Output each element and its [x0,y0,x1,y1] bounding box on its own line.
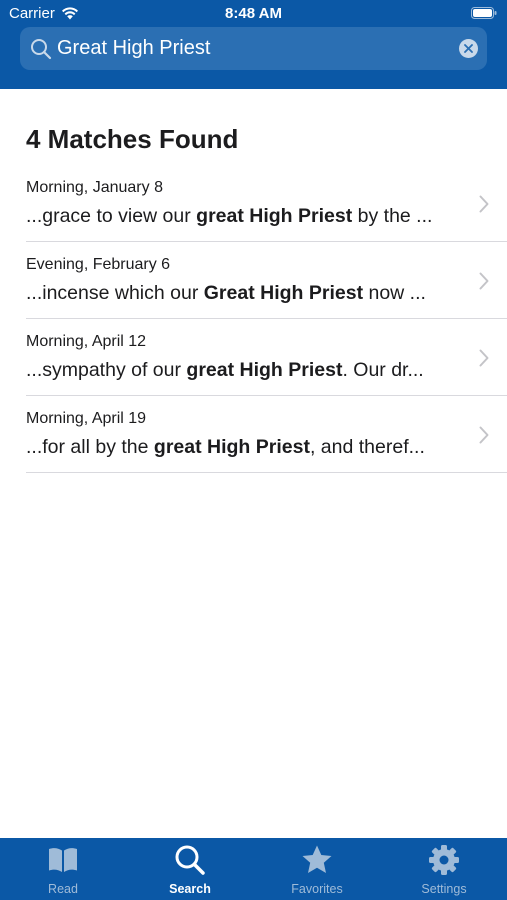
result-row[interactable]: Morning, April 19 ...for all by the grea… [26,396,507,473]
gear-icon [429,845,459,875]
snippet-prefix: ...sympathy of our [26,359,187,381]
clear-search-button[interactable] [459,39,478,58]
book-icon [49,848,77,872]
snippet-match: great High Priest [196,205,353,227]
star-icon [302,845,332,873]
result-row[interactable]: Morning, April 12 ...sympathy of our gre… [26,319,507,396]
tab-settings[interactable]: Settings [381,838,507,900]
search-icon [31,39,52,60]
status-time: 8:48 AM [225,5,282,22]
tab-search[interactable]: Search [127,838,253,900]
result-snippet: ...sympathy of our great High Priest. Ou… [26,359,466,382]
snippet-prefix: ...incense which our [26,282,204,304]
snippet-prefix: ...grace to view our [26,205,197,227]
tab-label: Settings [421,882,467,896]
result-snippet: ...grace to view our great High Priest b… [26,205,466,228]
result-date: Evening, February 6 [26,256,171,273]
snippet-suffix: , and theref... [309,436,425,458]
tab-label: Read [48,882,78,896]
snippet-prefix: ...for all by the [26,436,154,458]
snippet-suffix: . Our dr... [342,359,424,381]
results-list: Morning, January 8 ...grace to view our … [0,165,507,473]
result-date: Morning, January 8 [26,179,163,196]
result-date: Morning, April 12 [26,333,147,350]
snippet-suffix: by the ... [352,205,433,227]
result-row[interactable]: Morning, January 8 ...grace to view our … [26,165,507,242]
result-row[interactable]: Evening, February 6 ...incense which our… [26,242,507,319]
snippet-suffix: now ... [363,282,426,304]
tab-read[interactable]: Read [0,838,126,900]
result-date: Morning, April 19 [26,410,147,427]
status-bar: Carrier 8:48 AM [0,0,507,26]
tab-bar: Read Search Favorites Settings [0,838,507,900]
chevron-right-icon [479,426,489,444]
result-snippet: ...incense which our Great High Priest n… [26,282,466,305]
snippet-match: great High Priest [186,359,343,381]
snippet-match: great High Priest [153,436,310,458]
result-snippet: ...for all by the great High Priest, and… [26,436,466,459]
search-bar[interactable] [20,27,487,70]
snippet-match: Great High Priest [203,282,364,304]
battery-icon [471,7,497,19]
chevron-right-icon [479,195,489,213]
tab-favorites[interactable]: Favorites [254,838,380,900]
tab-label: Favorites [291,882,343,896]
chevron-right-icon [479,272,489,290]
chevron-right-icon [479,349,489,367]
tab-label: Search [169,882,211,896]
search-icon [175,845,205,875]
results-count-title: 4 Matches Found [26,124,239,154]
search-input[interactable] [57,37,447,60]
navigation-header: Carrier 8:48 AM [0,0,507,89]
close-icon [464,44,473,53]
